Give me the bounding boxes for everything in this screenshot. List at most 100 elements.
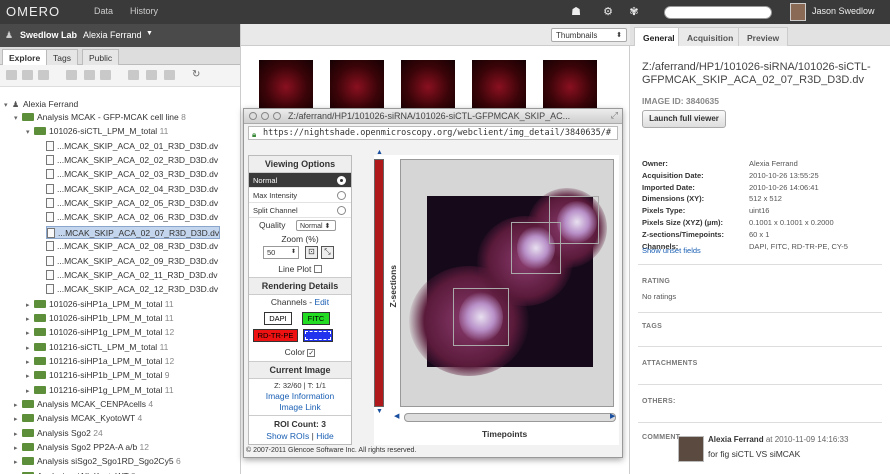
tree-folder[interactable]: ▸ Analysis Sgo2 PP2A-A a/b 12 <box>14 441 149 454</box>
tree-folder[interactable]: ▸ 101026-siHP1a_LPM_M_total 11 <box>26 298 174 311</box>
microscopy-image[interactable] <box>409 188 607 376</box>
expand-icon[interactable]: ▸ <box>26 370 34 383</box>
mode-split-channel[interactable]: Split Channel <box>249 203 351 218</box>
collapse-icon[interactable]: ▾ <box>26 126 34 139</box>
group-user[interactable]: Alexia Ferrand <box>83 30 142 40</box>
tree-image[interactable]: ...MCAK_SKIP_ACA_02_08_R3D_D3D.dv <box>46 240 218 253</box>
new-screen-icon[interactable] <box>38 70 49 80</box>
radio-normal[interactable] <box>337 176 346 185</box>
z-slider[interactable] <box>374 159 384 407</box>
tree-folder[interactable]: ▸ 101216-siHP1a_LPM_M_total 12 <box>26 355 174 368</box>
z-up-icon[interactable]: ▲ <box>376 149 383 156</box>
channel-fitc-button[interactable]: FITC <box>302 312 330 325</box>
z-down-icon[interactable]: ▼ <box>376 408 383 415</box>
tree-image[interactable]: ...MCAK_SKIP_ACA_02_07_R3D_D3D.dv <box>46 225 220 239</box>
tab-explore[interactable]: Explore <box>2 49 48 65</box>
tree-folder[interactable]: ▸ 101216-siHP1b_LPM_M_total 9 <box>26 369 170 382</box>
thumbnail[interactable] <box>259 60 313 114</box>
zoom-input[interactable]: 50 ⬍ <box>263 246 299 259</box>
chevron-down-icon[interactable]: ▼ <box>146 30 153 37</box>
t-left-icon[interactable]: ◀ <box>394 412 399 420</box>
tree-folder[interactable]: ▸ Analysis siSgo2_Sgo1RD_Sgo2Cy5 6 <box>14 455 181 468</box>
channel-rdtrpe-button[interactable]: RD-TR-PE <box>253 329 298 342</box>
nav-history[interactable]: History <box>130 6 158 16</box>
expand-icon[interactable]: ▸ <box>14 399 22 412</box>
new-project-icon[interactable] <box>6 70 17 80</box>
tree-folder[interactable]: ▸Analysis_siAll_KyotoWT 2 <box>14 470 136 474</box>
show-unset-fields-link[interactable]: Show unset fields <box>642 246 701 256</box>
refresh-icon[interactable]: ↻ <box>192 69 200 80</box>
tree-folder[interactable]: ▾ Analysis MCAK - GFP-MCAK cell line 8 <box>14 111 186 124</box>
image-canvas[interactable] <box>400 159 614 407</box>
thumbnail[interactable] <box>472 60 526 114</box>
paste-icon[interactable] <box>100 70 111 80</box>
tree-folder[interactable]: ▸ Analysis MCAK_CENPAcells 4 <box>14 398 153 411</box>
comment-author[interactable]: Alexia Ferrand <box>708 435 764 444</box>
expand-icon[interactable]: ▸ <box>14 413 22 426</box>
radio-max[interactable] <box>337 191 346 200</box>
view-select[interactable]: Thumbnails ⬍ <box>551 28 627 42</box>
tree-image[interactable]: ...MCAK_SKIP_ACA_02_12_R3D_D3D.dv <box>46 283 218 296</box>
zoom-fit-icon[interactable]: ⊡ <box>305 246 318 259</box>
tree-image[interactable]: ...MCAK_SKIP_ACA_02_01_R3D_D3D.dv <box>46 140 218 153</box>
collapse-icon[interactable]: ▾ <box>4 99 12 112</box>
radio-split[interactable] <box>337 206 346 215</box>
tree-image[interactable]: ...MCAK_SKIP_ACA_02_04_R3D_D3D.dv <box>46 183 218 196</box>
expand-icon[interactable]: ▸ <box>26 299 34 312</box>
t-right-icon[interactable]: ▶ <box>610 412 615 420</box>
group-name[interactable]: Swedlow Lab <box>20 30 77 40</box>
tree-folder[interactable]: ▸ 101216-siHP1g_LPM_M_total 11 <box>26 384 174 397</box>
image-link[interactable]: Image Link <box>249 401 351 416</box>
search-input[interactable] <box>664 6 772 19</box>
hide-rois-link[interactable]: Hide <box>316 431 333 441</box>
minimize-window-button[interactable] <box>261 112 269 120</box>
copy-icon[interactable] <box>66 70 77 80</box>
image-information-link[interactable]: Image Information <box>249 390 351 401</box>
user-avatar[interactable] <box>790 3 806 21</box>
expand-icon[interactable]: ▸ <box>26 356 34 369</box>
tree-image[interactable]: ...MCAK_SKIP_ACA_02_06_R3D_D3D.dv <box>46 211 218 224</box>
tree-image[interactable]: ...MCAK_SKIP_ACA_02_11_R3D_D3D.dv <box>46 269 217 282</box>
timepoints-slider[interactable] <box>404 413 616 422</box>
nav-data[interactable]: Data <box>94 6 113 16</box>
expand-icon[interactable]: ▸ <box>26 313 34 326</box>
thumbnail[interactable] <box>543 60 597 114</box>
tree-image[interactable]: ...MCAK_SKIP_ACA_02_05_R3D_D3D.dv <box>46 197 218 210</box>
launch-full-viewer-button[interactable]: Launch full viewer <box>642 110 726 128</box>
tree-folder[interactable]: ▸ 101216-siCTL_LPM_M_total 11 <box>26 341 168 354</box>
quality-select[interactable]: Normal ⬍ <box>296 220 336 231</box>
delete-icon[interactable] <box>146 70 157 80</box>
basket-add-icon[interactable] <box>164 70 175 80</box>
tab-tags[interactable]: Tags <box>46 49 78 65</box>
cut-icon[interactable] <box>84 70 95 80</box>
tree-folder[interactable]: ▸ 101026-siHP1b_LPM_M_total 11 <box>26 312 174 325</box>
tree-image[interactable]: ...MCAK_SKIP_ACA_02_02_R3D_D3D.dv <box>46 154 218 167</box>
expand-icon[interactable]: ▸ <box>26 342 34 355</box>
resize-icon[interactable]: ⤢ <box>611 110 618 121</box>
thumbnail[interactable] <box>330 60 384 114</box>
new-dataset-icon[interactable] <box>22 70 33 80</box>
expand-icon[interactable]: ▸ <box>14 456 22 469</box>
mode-normal[interactable]: Normal <box>249 173 351 188</box>
close-window-button[interactable] <box>249 112 257 120</box>
tree-folder[interactable]: ▸ 101026-siHP1g_LPM_M_total 12 <box>26 326 174 339</box>
channels-edit-link[interactable]: Edit <box>314 297 329 307</box>
line-plot-checkbox[interactable] <box>313 265 322 273</box>
tab-public[interactable]: Public <box>82 49 120 65</box>
tab-acquisition[interactable]: Acquisition <box>678 27 743 46</box>
mode-max-intensity[interactable]: Max Intensity <box>249 188 351 203</box>
channel-cy5-button[interactable]: CY-5 <box>303 329 333 342</box>
url-bar[interactable]: 🔒︎ https://nightshade.openmicroscopy.org/… <box>248 126 618 140</box>
user-name[interactable]: Jason Swedlow <box>812 6 875 16</box>
tree-folder[interactable]: ▸ Analysis MCAK_KyotoWT 4 <box>14 412 142 425</box>
settings-icon[interactable]: ⚙ <box>600 5 616 19</box>
tree-image[interactable]: ...MCAK_SKIP_ACA_02_09_R3D_D3D.dv <box>46 255 218 268</box>
expand-icon[interactable]: ▸ <box>14 428 22 441</box>
collapse-icon[interactable]: ▾ <box>14 112 22 125</box>
roi-box[interactable] <box>511 222 561 274</box>
tab-general[interactable]: General <box>634 27 684 46</box>
expand-icon[interactable]: ▸ <box>26 385 34 398</box>
zoom-actual-icon[interactable]: ⤡ <box>321 246 334 259</box>
tree-folder[interactable]: ▾ 101026-siCTL_LPM_M_total 11 <box>26 125 168 138</box>
show-rois-link[interactable]: Show ROIs <box>266 431 309 441</box>
